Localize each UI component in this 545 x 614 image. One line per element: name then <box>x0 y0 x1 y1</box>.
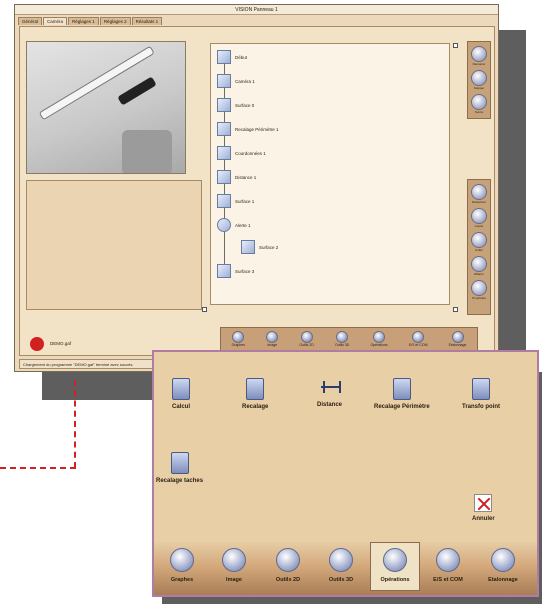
image-icon <box>266 331 279 343</box>
mini-image-button[interactable]: Image <box>266 331 279 347</box>
file-name: DEMO.gaf <box>50 341 72 346</box>
operations-panel: Calcul Recalage Distance Recalage Périmè… <box>152 350 539 597</box>
tools-3d-icon <box>329 548 353 572</box>
results-panel <box>26 180 202 310</box>
tree-node[interactable]: Caméra 1 <box>217 74 255 88</box>
tree-scroll-icon[interactable] <box>202 307 207 312</box>
distance-icon <box>320 380 341 394</box>
camera-image <box>26 41 186 174</box>
camera-icon <box>217 74 231 88</box>
tab-reglages-2[interactable]: Réglages 2 <box>99 17 131 25</box>
pen-cap <box>117 76 157 106</box>
program-tree[interactable]: Début Caméra 1 Surface 0 Recalage Périmè… <box>210 43 450 305</box>
tab-reglages-1[interactable]: Réglages 1 <box>68 17 99 25</box>
window-title: VISION Panneau 1 <box>15 5 498 15</box>
stop-button[interactable] <box>471 70 487 86</box>
tools-2d-icon <box>300 331 313 343</box>
surface-icon <box>241 240 255 254</box>
mini-outils-3d-button[interactable]: Outils 3D <box>335 331 349 347</box>
start-icon <box>217 50 231 64</box>
tree-node[interactable]: Coordonnées 1 <box>217 146 266 160</box>
mini-outils-2d-button[interactable]: Outils 2D <box>299 331 314 347</box>
tab-camera[interactable]: Caméra <box>43 17 68 25</box>
tab-general[interactable]: Général <box>18 17 43 25</box>
tree-collapse-icon[interactable] <box>453 307 458 312</box>
io-com-icon <box>412 331 425 343</box>
start-button[interactable] <box>471 46 487 62</box>
surface-icon <box>217 264 231 278</box>
etalonnage-button[interactable]: Etalonnage <box>478 548 528 583</box>
op-transfo-point[interactable]: Transfo point <box>462 378 500 410</box>
delete-button[interactable] <box>471 256 487 272</box>
calibration-icon <box>491 548 515 572</box>
outils-3d-button[interactable]: Outils 3D <box>316 548 366 583</box>
callout-line-horizontal <box>0 467 76 469</box>
callout-line-vertical <box>74 380 76 468</box>
cancel-button[interactable]: Annuler <box>472 494 495 522</box>
op-recalage[interactable]: Recalage <box>242 378 268 410</box>
mini-toolbar: Graphes Image Outils 2D Outils 3D Opérat… <box>220 327 478 351</box>
tree-node[interactable]: Alerte 1 <box>217 218 251 232</box>
operations-icon <box>373 331 386 343</box>
tree-node[interactable]: Surface 0 <box>217 98 254 112</box>
operations-button[interactable]: Opérations <box>370 542 420 591</box>
mini-operations-button[interactable]: Opérations <box>371 331 388 347</box>
op-recalage-perimetre[interactable]: Recalage Périmètre <box>374 378 430 410</box>
copy-button[interactable] <box>471 208 487 224</box>
mini-es-com-button[interactable]: E/S et COM <box>409 331 427 347</box>
graphs-icon <box>170 548 194 572</box>
properties-button[interactable] <box>471 280 487 296</box>
recalage-icon <box>246 378 265 400</box>
main-window: VISION Panneau 1 Général Caméra Réglages… <box>14 4 499 372</box>
tree-node[interactable]: Distance 1 <box>217 170 256 184</box>
graphs-icon <box>232 331 245 343</box>
mini-graphes-button[interactable]: Graphes <box>232 331 245 347</box>
paste-button[interactable] <box>471 232 487 248</box>
op-calcul[interactable]: Calcul <box>172 378 190 410</box>
edit-sidebar: Désactiver Copier Coller Effacer Proprié… <box>467 179 491 315</box>
surface-icon <box>217 194 231 208</box>
app-logo <box>30 337 44 351</box>
tree-node[interactable]: Surface 1 <box>217 194 254 208</box>
run-sidebar: Démarrer Stopper Suivre <box>467 41 491 119</box>
calculator-icon <box>172 378 190 400</box>
recalage-perimetre-icon <box>392 378 411 400</box>
tab-resultats-1[interactable]: Résultats 1 <box>131 17 163 25</box>
surface-icon <box>217 98 231 112</box>
disable-button[interactable] <box>471 184 487 200</box>
coordinates-icon <box>217 146 231 160</box>
alert-icon <box>217 218 231 232</box>
graphes-button[interactable]: Graphes <box>157 548 207 583</box>
tree-expand-icon[interactable] <box>453 43 458 48</box>
tree-node[interactable]: Début <box>217 50 247 64</box>
tree-node[interactable]: Surface 2 <box>241 240 278 254</box>
image-icon <box>222 548 246 572</box>
tree-connector-line <box>224 62 225 272</box>
close-icon <box>474 494 493 512</box>
recalage-taches-icon <box>170 452 189 474</box>
workspace: Début Caméra 1 Surface 0 Recalage Périmè… <box>19 26 495 356</box>
pen-image <box>38 45 155 121</box>
mini-etalonnage-button[interactable]: Etalonnage <box>449 331 466 347</box>
image-button[interactable]: Image <box>209 548 259 583</box>
tools-3d-icon <box>336 331 349 343</box>
tree-node[interactable]: Surface 3 <box>217 264 254 278</box>
follow-button[interactable] <box>471 94 487 110</box>
tab-strip: Général Caméra Réglages 1 Réglages 2 Rés… <box>18 17 163 25</box>
es-com-button[interactable]: E/S et COM <box>423 548 473 583</box>
op-distance[interactable]: Distance <box>317 380 342 408</box>
recalage-icon <box>217 122 231 136</box>
calibration-icon <box>451 331 464 343</box>
transform-point-icon <box>472 378 490 400</box>
distance-icon <box>217 170 231 184</box>
tree-node[interactable]: Recalage Périmètre 1 <box>217 122 279 136</box>
tools-2d-icon <box>276 548 300 572</box>
pen-shadow <box>122 130 172 173</box>
bottom-toolbar: Graphes Image Outils 2D Outils 3D Opérat… <box>154 542 537 595</box>
operations-icon <box>383 548 407 572</box>
outils-2d-button[interactable]: Outils 2D <box>263 548 313 583</box>
io-com-icon <box>436 548 460 572</box>
op-recalage-taches[interactable]: Recalage taches <box>156 452 203 484</box>
